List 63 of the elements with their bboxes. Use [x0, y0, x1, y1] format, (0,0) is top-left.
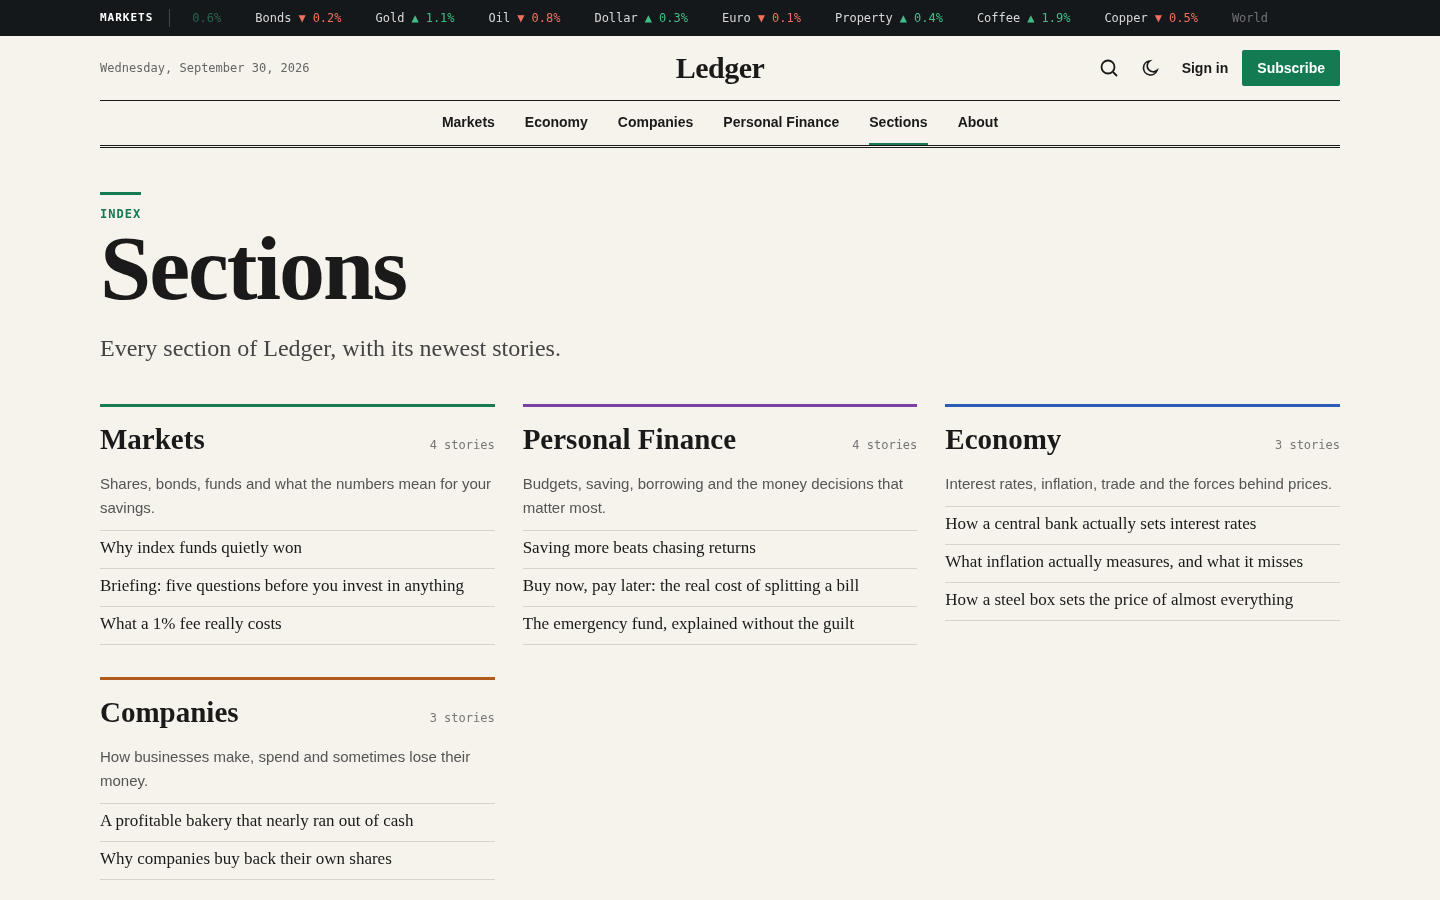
ticker-name: Property — [834, 11, 893, 25]
nav-tab[interactable]: Personal Finance — [723, 101, 840, 145]
story-count: 4 stories — [429, 438, 495, 452]
nav-tab[interactable]: Markets — [441, 101, 495, 145]
story-link[interactable]: What a 1% fee really costs — [100, 606, 495, 645]
story-count: 3 stories — [1274, 438, 1340, 452]
ticker-name: World — [1231, 11, 1268, 25]
story-link[interactable]: A profitable bakery that nearly ran out of cash — [100, 803, 495, 841]
ticker-name: Coffee — [976, 11, 1021, 25]
ticker-change: 0.1% — [772, 11, 801, 25]
section-description: Budgets, saving, borrowing and the money decisions that matter most. — [522, 474, 904, 518]
nav-tab[interactable]: Economy — [524, 101, 588, 145]
ticker-change: 0.6% — [192, 11, 222, 25]
ticker-change: 0.2% — [312, 11, 342, 25]
section-title[interactable]: Markets — [100, 423, 205, 456]
section-description: How businesses make, spend and sometimes lose their money. — [100, 747, 472, 791]
ticker-name: Dollar — [594, 11, 638, 25]
trend-arrow: ▼ — [1154, 11, 1162, 25]
site-logo[interactable]: Ledger — [675, 51, 765, 85]
ticker-label: MARKETS — [100, 9, 171, 27]
nav-tab[interactable]: About — [957, 101, 999, 145]
trend-arrow: ▼ — [757, 11, 766, 25]
section-title[interactable]: Personal Finance — [522, 423, 737, 456]
page-title: Sections — [100, 221, 407, 315]
section-description: Shares, bonds, funds and what the numbers mean for your savings. — [100, 474, 493, 518]
story-count: 4 stories — [852, 438, 918, 452]
story-link[interactable]: How a central bank actually sets interest rates — [945, 506, 1340, 544]
page-lede: Every section of Ledger, with its newest stories. — [100, 335, 562, 362]
story-count: 3 stories — [429, 711, 495, 725]
date-text: Wednesday, September 30, 2026 — [100, 61, 311, 75]
story-link[interactable]: The emergency fund, explained without the guilt — [522, 606, 918, 645]
ticker-change: 0.8% — [531, 11, 561, 25]
trend-arrow: ▲ — [411, 11, 419, 25]
ticker-change: 1.9% — [1041, 11, 1071, 25]
eyebrow-label: INDEX — [100, 207, 143, 221]
trend-arrow: ▲ — [899, 11, 907, 25]
ticker-change: 1.1% — [425, 11, 455, 25]
story-link[interactable]: Buy now, pay later: the real cost of splitting a bill — [522, 568, 918, 606]
ticker-name: Euro — [721, 11, 751, 25]
subscribe-button[interactable]: Subscribe — [1242, 50, 1340, 86]
trend-arrow: ▲ — [644, 11, 652, 25]
section-title[interactable]: Economy — [945, 423, 1062, 456]
trend-arrow: ▼ — [517, 11, 525, 25]
ticker-name: Copper — [1104, 11, 1148, 25]
story-link[interactable]: Why index funds quietly won — [100, 530, 495, 568]
ticker-change: 0.3% — [659, 11, 688, 25]
story-link[interactable]: How a steel box sets the price of almost everything — [945, 582, 1340, 621]
ticker-name: Oil — [488, 11, 511, 25]
story-link[interactable]: Saving more beats chasing returns — [522, 530, 918, 568]
ticker-change: 0.5% — [1169, 11, 1198, 25]
nav-tab[interactable]: Sections — [869, 101, 928, 145]
trend-arrow: ▲ — [1027, 11, 1035, 25]
ticker-name: Gold — [375, 11, 405, 25]
sign-in-link[interactable]: Sign in — [1181, 60, 1229, 76]
section-title[interactable]: Companies — [100, 696, 239, 729]
section-description: Interest rates, inflation, trade and the forces behind prices. — [945, 474, 1334, 494]
story-link[interactable]: Why companies buy back their own shares — [100, 841, 495, 880]
story-link[interactable]: Briefing: five questions before you invest in anything — [100, 568, 495, 606]
ticker-change: 0.4% — [914, 11, 943, 25]
trend-arrow: ▼ — [298, 11, 306, 25]
nav-tab[interactable]: Companies — [617, 101, 694, 145]
story-link[interactable]: What inflation actually measures, and what it misses — [945, 544, 1340, 582]
ticker-name: Bonds — [255, 11, 292, 25]
